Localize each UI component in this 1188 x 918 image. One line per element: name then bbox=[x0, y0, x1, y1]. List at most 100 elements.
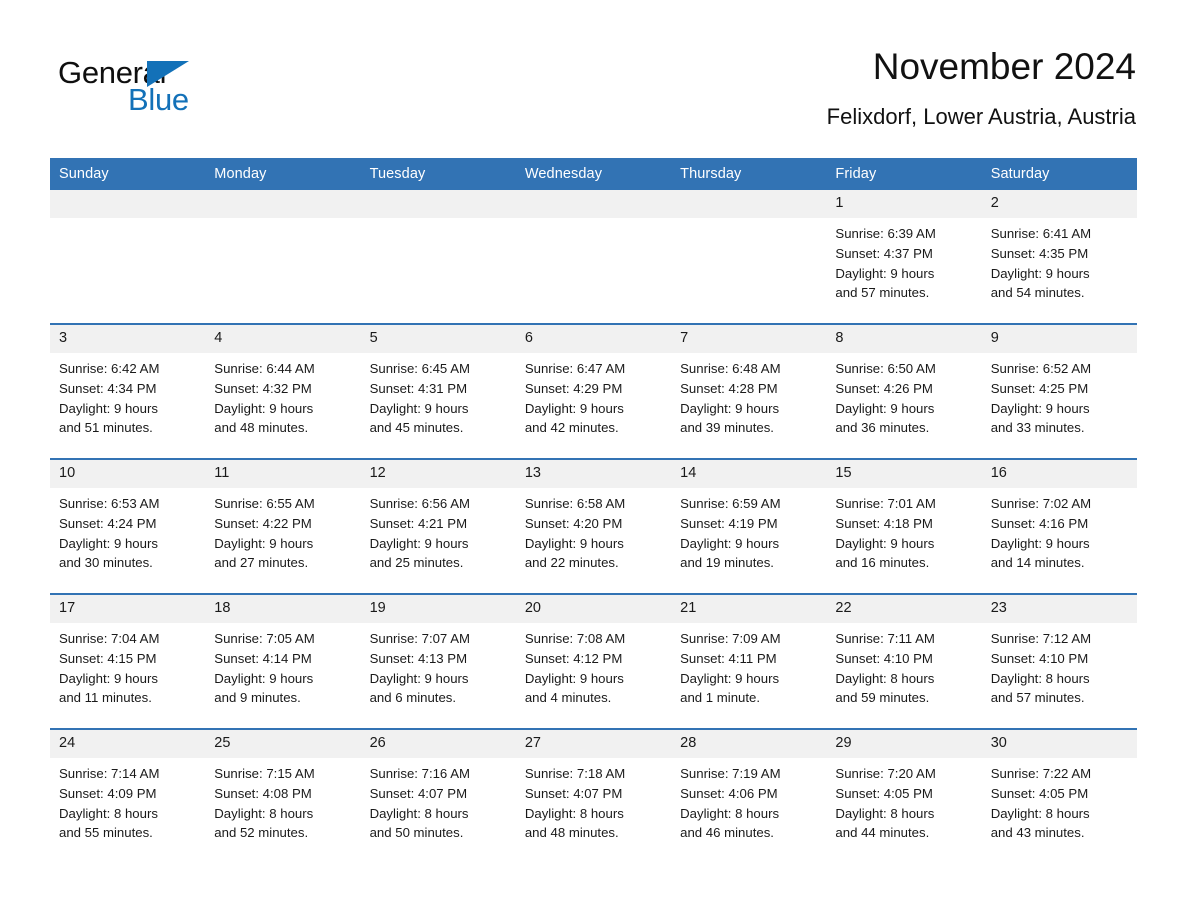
day-info-line: Daylight: 8 hours bbox=[680, 805, 780, 821]
calendar-header-row: Sunday Monday Tuesday Wednesday Thursday Frid… bbox=[50, 158, 1137, 190]
day-info-line: and 55 minutes. bbox=[59, 825, 153, 841]
day-info-line: Daylight: 9 hours bbox=[524, 670, 624, 686]
day-number: 2 bbox=[981, 190, 1137, 218]
day-sun-info: Sunrise: 6:42 AM Sunset: 4:34 PM Daylight:… bbox=[50, 353, 205, 438]
day-info-line: Sunrise: 7:05 AM bbox=[214, 631, 315, 646]
calendar-day-cell[interactable]: 2 Sunrise: 6:41 AM Sunset: 4:35 PM Daylight… bbox=[981, 190, 1137, 324]
day-info-line: Daylight: 8 hours bbox=[369, 805, 469, 821]
day-info-line: Daylight: 9 hours bbox=[680, 400, 780, 416]
calendar-day-cell[interactable]: 28 Sunrise: 7:19 AM Sunset: 4:06 PM Dayligh… bbox=[671, 728, 827, 863]
day-info-line: Daylight: 9 hours bbox=[369, 400, 469, 416]
day-info-line: Daylight: 9 hours bbox=[214, 535, 314, 551]
day-info-line: Sunrise: 7:12 AM bbox=[990, 631, 1092, 646]
calendar-day-cell[interactable]: 16 Sunrise: 7:02 AM Sunset: 4:16 PM Dayligh… bbox=[981, 458, 1137, 594]
calendar-body: 1 Sunrise: 6:39 AM Sunset: 4:37 PM Daylight… bbox=[50, 190, 1137, 863]
day-info-line: Sunset: 4:25 PM bbox=[990, 380, 1089, 396]
day-info-line: Sunrise: 6:47 AM bbox=[524, 361, 626, 376]
day-number: 13 bbox=[515, 460, 672, 488]
calendar-day-cell[interactable]: 18 Sunrise: 7:05 AM Sunset: 4:14 PM Dayligh… bbox=[205, 593, 361, 729]
day-info-line: Daylight: 9 hours bbox=[990, 265, 1090, 281]
day-info-line: and 4 minutes. bbox=[524, 690, 612, 706]
day-info-line: Daylight: 8 hours bbox=[835, 805, 935, 821]
day-sun-info: Sunrise: 7:04 AM Sunset: 4:15 PM Daylight:… bbox=[50, 623, 205, 708]
day-info-line: Sunset: 4:12 PM bbox=[524, 650, 623, 666]
title-block: November 2024 Felixdorf, Lower Austria, … bbox=[827, 44, 1136, 132]
page-header: General Blue November 2024 Felixdorf, Lo… bbox=[0, 0, 1188, 158]
day-info-line: Sunrise: 7:14 AM bbox=[59, 766, 160, 781]
day-info-line: Sunrise: 7:07 AM bbox=[369, 631, 470, 646]
weekday-header-thursday: Thursday bbox=[671, 158, 827, 190]
day-number: 12 bbox=[360, 460, 516, 488]
calendar-day-cell[interactable]: 5 Sunrise: 6:45 AM Sunset: 4:31 PM Daylight… bbox=[360, 323, 516, 459]
calendar-day-cell[interactable]: 8 Sunrise: 6:50 AM Sunset: 4:26 PM Daylight… bbox=[826, 323, 982, 459]
calendar-day-cell[interactable]: 17 Sunrise: 7:04 AM Sunset: 4:15 PM Dayligh… bbox=[50, 593, 206, 729]
day-info-line: Sunrise: 6:55 AM bbox=[214, 496, 315, 511]
day-info-line: and 54 minutes. bbox=[990, 285, 1085, 301]
day-info-line: Daylight: 9 hours bbox=[214, 400, 314, 416]
calendar-day-cell[interactable]: 29 Sunrise: 7:20 AM Sunset: 4:05 PM Dayligh… bbox=[826, 728, 982, 863]
day-info-line: Sunset: 4:07 PM bbox=[369, 785, 468, 801]
day-info-line: Daylight: 9 hours bbox=[835, 535, 935, 551]
day-sun-info: Sunrise: 6:55 AM Sunset: 4:22 PM Daylight:… bbox=[205, 488, 360, 573]
calendar-day-cell[interactable]: 14 Sunrise: 6:59 AM Sunset: 4:19 PM Dayligh… bbox=[671, 458, 827, 594]
calendar-day-cell[interactable]: 4 Sunrise: 6:44 AM Sunset: 4:32 PM Daylight… bbox=[205, 323, 361, 459]
day-info-line: and 16 minutes. bbox=[835, 555, 930, 571]
day-info-line: Sunset: 4:13 PM bbox=[369, 650, 468, 666]
day-info-line: Sunset: 4:32 PM bbox=[214, 380, 312, 396]
generalblue-logo[interactable]: General Blue bbox=[58, 56, 258, 118]
day-number bbox=[515, 190, 672, 218]
day-info-line: Sunrise: 7:01 AM bbox=[835, 496, 936, 511]
calendar-day-cell[interactable]: 27 Sunrise: 7:18 AM Sunset: 4:07 PM Dayligh… bbox=[515, 728, 672, 863]
day-sun-info: Sunrise: 6:41 AM Sunset: 4:35 PM Daylight:… bbox=[982, 218, 1137, 303]
day-info-line: and 46 minutes. bbox=[680, 825, 774, 841]
calendar-week-row: 3 Sunrise: 6:42 AM Sunset: 4:34 PM Daylight… bbox=[50, 323, 1137, 459]
calendar-day-cell[interactable]: 10 Sunrise: 6:53 AM Sunset: 4:24 PM Dayligh… bbox=[50, 458, 206, 594]
day-info-line: Sunrise: 6:50 AM bbox=[835, 361, 936, 376]
calendar-day-cell[interactable]: 7 Sunrise: 6:48 AM Sunset: 4:28 PM Daylight… bbox=[671, 323, 827, 459]
day-info-line: Sunset: 4:21 PM bbox=[369, 515, 468, 531]
day-info-line: Daylight: 9 hours bbox=[59, 400, 158, 416]
calendar-day-cell[interactable]: 13 Sunrise: 6:58 AM Sunset: 4:20 PM Dayligh… bbox=[515, 458, 672, 594]
calendar-day-cell[interactable]: 3 Sunrise: 6:42 AM Sunset: 4:34 PM Daylight… bbox=[50, 323, 206, 459]
calendar-day-cell[interactable]: 15 Sunrise: 7:01 AM Sunset: 4:18 PM Dayligh… bbox=[826, 458, 982, 594]
day-info-line: Sunrise: 7:09 AM bbox=[680, 631, 781, 646]
calendar-day-cell[interactable]: 25 Sunrise: 7:15 AM Sunset: 4:08 PM Dayligh… bbox=[205, 728, 361, 863]
calendar-day-cell[interactable]: 26 Sunrise: 7:16 AM Sunset: 4:07 PM Dayligh… bbox=[360, 728, 516, 863]
calendar-day-cell[interactable]: 11 Sunrise: 6:55 AM Sunset: 4:22 PM Dayligh… bbox=[205, 458, 361, 594]
calendar-day-cell[interactable]: 30 Sunrise: 7:22 AM Sunset: 4:05 PM Dayligh… bbox=[981, 728, 1137, 863]
calendar-day-cell[interactable]: 21 Sunrise: 7:09 AM Sunset: 4:11 PM Dayligh… bbox=[671, 593, 827, 729]
day-sun-info bbox=[205, 218, 360, 224]
calendar-day-cell[interactable]: 1 Sunrise: 6:39 AM Sunset: 4:37 PM Daylight… bbox=[826, 190, 982, 324]
day-info-line: Sunset: 4:37 PM bbox=[835, 245, 933, 261]
calendar-day-cell[interactable]: 9 Sunrise: 6:52 AM Sunset: 4:25 PM Daylight… bbox=[981, 323, 1137, 459]
day-info-line: Sunset: 4:18 PM bbox=[835, 515, 933, 531]
day-info-line: Sunset: 4:10 PM bbox=[990, 650, 1089, 666]
calendar-day-cell[interactable]: 12 Sunrise: 6:56 AM Sunset: 4:21 PM Dayligh… bbox=[360, 458, 516, 594]
calendar-week-row: 1 Sunrise: 6:39 AM Sunset: 4:37 PM Daylight… bbox=[50, 190, 1137, 324]
day-info-line: Sunrise: 6:48 AM bbox=[680, 361, 781, 376]
calendar-day-cell[interactable]: 22 Sunrise: 7:11 AM Sunset: 4:10 PM Dayligh… bbox=[826, 593, 982, 729]
page-title: November 2024 bbox=[872, 46, 1136, 87]
calendar-day-cell[interactable]: 20 Sunrise: 7:08 AM Sunset: 4:12 PM Dayligh… bbox=[515, 593, 672, 729]
calendar-day-cell[interactable]: 24 Sunrise: 7:14 AM Sunset: 4:09 PM Dayligh… bbox=[50, 728, 206, 863]
day-info-line: Sunrise: 6:41 AM bbox=[990, 226, 1092, 241]
day-info-line: Daylight: 9 hours bbox=[680, 670, 780, 686]
day-info-line: Sunrise: 7:15 AM bbox=[214, 766, 315, 781]
day-sun-info: Sunrise: 7:09 AM Sunset: 4:11 PM Daylight:… bbox=[671, 623, 826, 708]
day-info-line: Daylight: 9 hours bbox=[214, 670, 314, 686]
day-number: 4 bbox=[205, 325, 361, 353]
day-info-line: and 45 minutes. bbox=[369, 420, 464, 436]
calendar-day-cell[interactable]: 23 Sunrise: 7:12 AM Sunset: 4:10 PM Dayligh… bbox=[981, 593, 1137, 729]
day-info-line: Daylight: 8 hours bbox=[59, 805, 158, 821]
day-number: 29 bbox=[826, 730, 982, 758]
day-info-line: Sunrise: 6:58 AM bbox=[524, 496, 626, 511]
logo-text-blue: Blue bbox=[128, 82, 189, 117]
day-info-line: Daylight: 9 hours bbox=[680, 535, 780, 551]
calendar-day-cell[interactable]: 19 Sunrise: 7:07 AM Sunset: 4:13 PM Dayligh… bbox=[360, 593, 516, 729]
day-info-line: Sunset: 4:06 PM bbox=[680, 785, 778, 801]
day-info-line: Daylight: 9 hours bbox=[369, 670, 469, 686]
day-info-line: Daylight: 9 hours bbox=[369, 535, 469, 551]
calendar-day-cell[interactable]: 6 Sunrise: 6:47 AM Sunset: 4:29 PM Daylight… bbox=[515, 323, 672, 459]
day-sun-info: Sunrise: 7:05 AM Sunset: 4:14 PM Daylight:… bbox=[205, 623, 360, 708]
day-info-line: and 39 minutes. bbox=[680, 420, 774, 436]
